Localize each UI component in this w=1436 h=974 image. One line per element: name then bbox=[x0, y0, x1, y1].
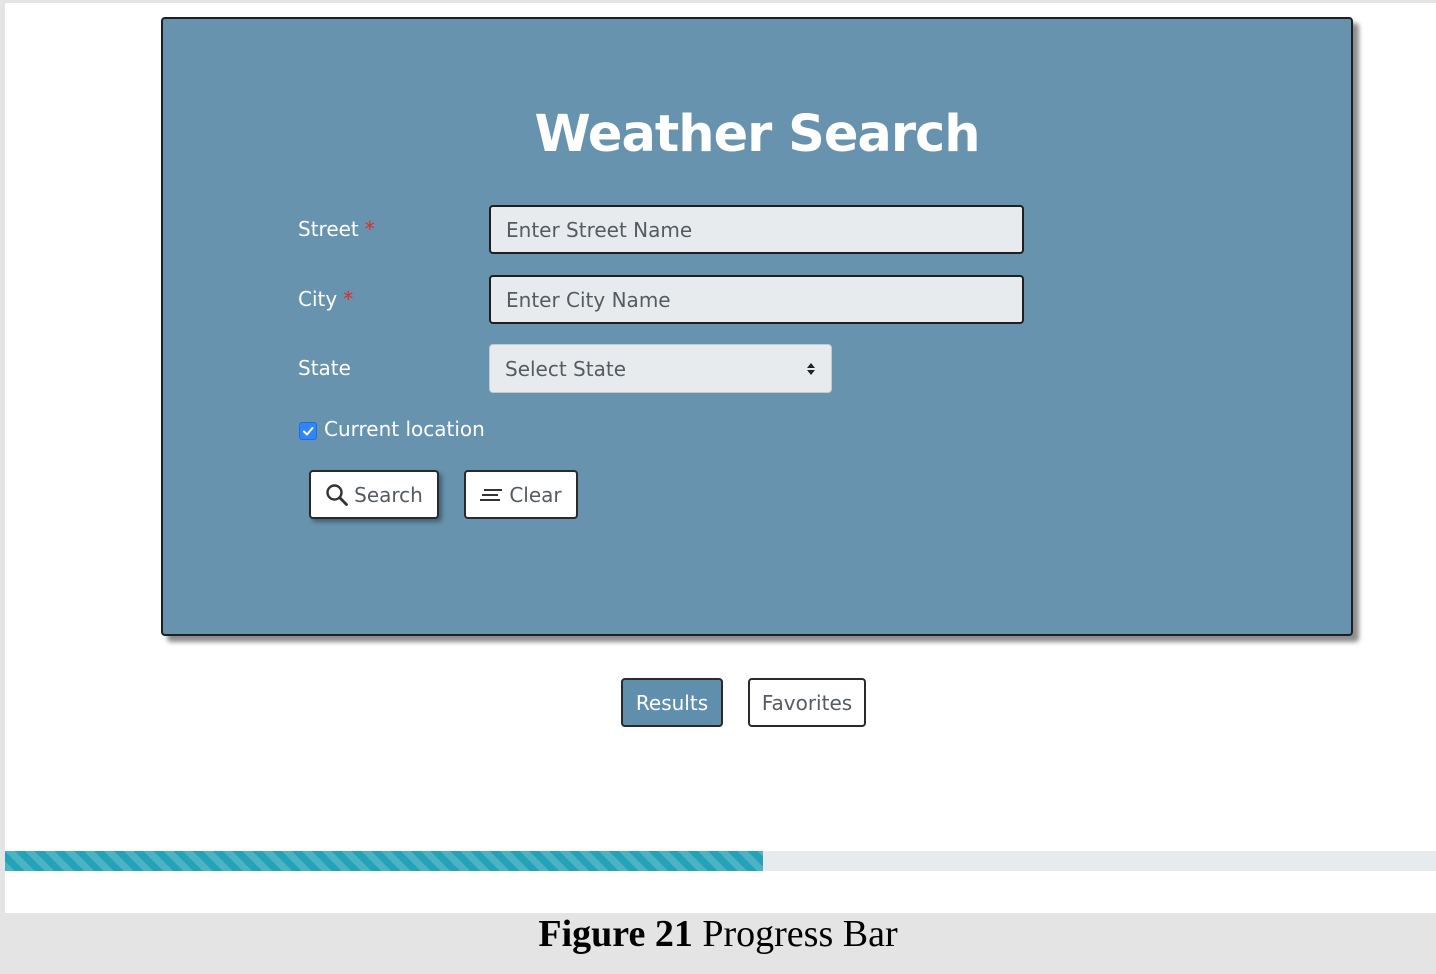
state-select[interactable]: Select State bbox=[489, 344, 832, 393]
clear-button-label: Clear bbox=[509, 482, 562, 507]
figure-number: Figure 21 bbox=[538, 913, 693, 955]
progress-bar-fill bbox=[5, 851, 764, 871]
app-screen: Weather Search Street* City* State Selec… bbox=[5, 3, 1436, 913]
state-label: State bbox=[298, 356, 351, 380]
state-select-value: Select State bbox=[505, 357, 626, 381]
current-location-checkbox[interactable] bbox=[299, 422, 317, 440]
favorites-tab[interactable]: Favorites bbox=[748, 678, 866, 727]
results-tab[interactable]: Results bbox=[621, 678, 723, 727]
search-button[interactable]: Search bbox=[309, 470, 439, 519]
progress-bar bbox=[5, 851, 1436, 871]
required-marker: * bbox=[364, 217, 375, 241]
street-label: Street * bbox=[298, 217, 375, 241]
required-marker: * bbox=[343, 287, 354, 311]
city-input[interactable] bbox=[489, 275, 1024, 324]
form-title: Weather Search bbox=[534, 105, 980, 164]
check-icon bbox=[303, 427, 314, 436]
select-arrows-icon bbox=[807, 363, 815, 375]
figure-caption: Figure 21 Progress Bar bbox=[0, 912, 1436, 956]
search-icon bbox=[326, 483, 349, 506]
street-input[interactable] bbox=[489, 205, 1024, 254]
clear-button[interactable]: Clear bbox=[464, 470, 578, 519]
city-label: City * bbox=[298, 287, 353, 311]
current-location-label[interactable]: Current location bbox=[324, 417, 485, 441]
street-label-text: Street bbox=[298, 217, 359, 241]
city-label-text: City bbox=[298, 287, 338, 311]
figure-caption-text: Progress Bar bbox=[702, 913, 898, 955]
search-button-label: Search bbox=[354, 482, 423, 507]
search-form-card: Weather Search Street* City* State Selec… bbox=[161, 17, 1353, 636]
clear-format-icon bbox=[480, 488, 503, 501]
